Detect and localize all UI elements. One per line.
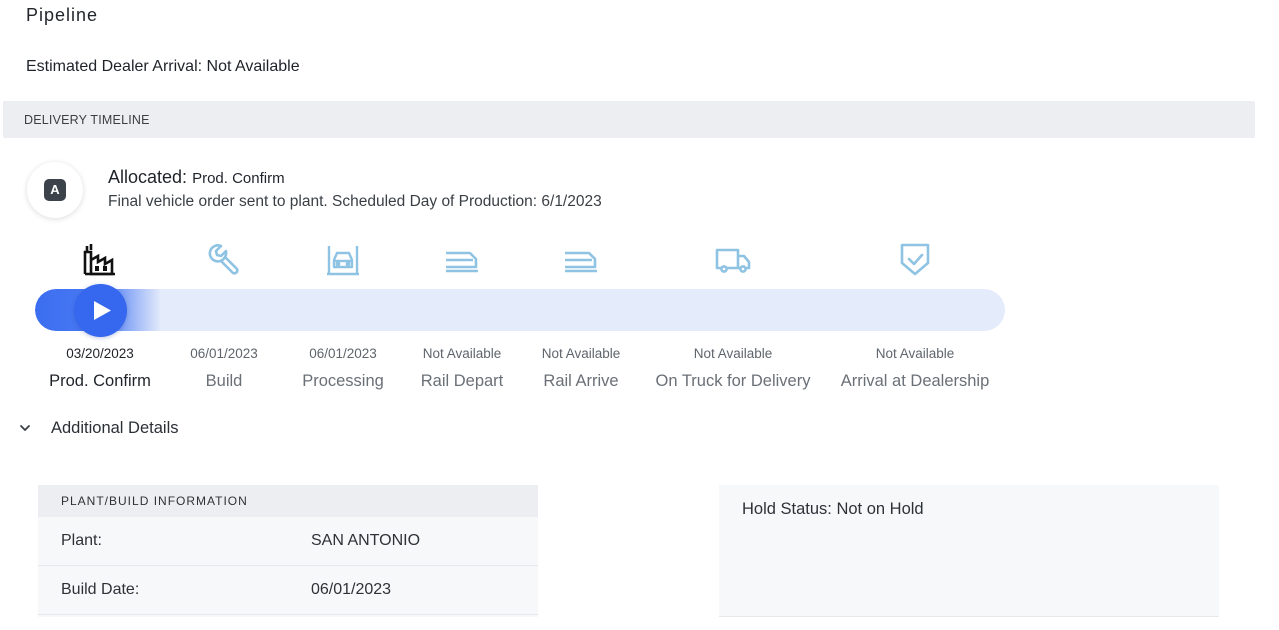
page-title: Pipeline: [26, 5, 99, 25]
plant-value: SAN ANTONIO: [311, 532, 421, 549]
plant-build-header: PLANT/BUILD INFORMATION: [38, 485, 538, 517]
plant-build-card: PLANT/BUILD INFORMATION Plant: SAN ANTON…: [38, 485, 538, 617]
stage-label-processing: Processing: [302, 372, 384, 390]
delivery-timeline-header: DELIVERY TIMELINE: [3, 101, 1255, 138]
play-icon: [94, 301, 111, 320]
hold-status-card: Hold Status: Not on Hold: [719, 485, 1219, 617]
build-date-key: Build Date:: [61, 581, 140, 598]
build-date-row: Build Date: 06/01/2023: [38, 566, 538, 615]
stage-date-processing: 06/01/2023: [309, 346, 377, 361]
stage-label-on-truck: On Truck for Delivery: [655, 372, 811, 390]
stage-date-prod-confirm: 03/20/2023: [66, 346, 134, 361]
stage-date-build: 06/01/2023: [190, 346, 258, 361]
train-depart-icon: [443, 240, 481, 278]
factory-icon: [81, 240, 119, 278]
stage-date-on-truck: Not Available: [693, 346, 773, 361]
stage-label-arrival-dealership: Arrival at Dealership: [840, 372, 990, 390]
chevron-down-icon: [20, 425, 30, 431]
stage-label-build: Build: [205, 372, 243, 390]
delivery-progress-track: [35, 289, 1005, 331]
build-date-value: 06/01/2023: [311, 581, 392, 598]
status-badge: A: [44, 179, 66, 201]
shield-check-icon: [896, 240, 934, 278]
stage-label-rail-depart: Rail Depart: [420, 372, 504, 390]
progress-play-button[interactable]: [74, 284, 127, 337]
additional-details-label: Additional Details: [51, 419, 179, 437]
stage-date-rail-arrive: Not Available: [541, 346, 621, 361]
car-processing-icon: [324, 240, 362, 278]
plant-row: Plant: SAN ANTONIO: [38, 517, 538, 566]
status-avatar: A: [27, 162, 83, 218]
wrench-icon: [204, 240, 242, 278]
train-arrive-icon: [562, 240, 600, 278]
stage-date-rail-depart: Not Available: [422, 346, 502, 361]
stage-label-rail-arrive: Rail Arrive: [543, 372, 619, 390]
truck-icon: [714, 240, 752, 278]
estimated-arrival: Estimated Dealer Arrival: Not Available: [26, 58, 300, 75]
status-description: Final vehicle order sent to plant. Sched…: [108, 193, 602, 210]
hold-status: Hold Status: Not on Hold: [742, 500, 924, 518]
plant-key: Plant:: [61, 532, 102, 549]
stage-date-arrival-dealership: Not Available: [875, 346, 955, 361]
status-title-sub: Prod. Confirm: [192, 170, 285, 187]
stage-label-prod-confirm: Prod. Confirm: [49, 372, 151, 390]
status-title: Allocated: Prod. Confirm: [108, 167, 285, 188]
delivery-timeline-title: DELIVERY TIMELINE: [24, 113, 150, 127]
status-title-main: Allocated:: [108, 167, 188, 187]
plant-build-title: PLANT/BUILD INFORMATION: [61, 494, 248, 508]
